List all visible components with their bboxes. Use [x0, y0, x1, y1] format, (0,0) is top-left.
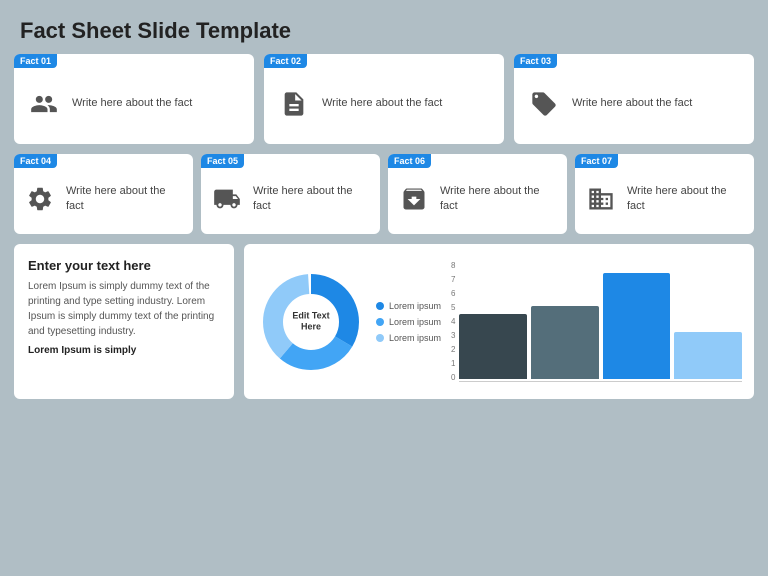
- legend-item-3: Lorem ipsum: [376, 333, 441, 343]
- y-label-6: 6: [451, 290, 455, 298]
- legend-label-3: Lorem ipsum: [389, 333, 441, 343]
- fact-badge-02: Fact 02: [264, 54, 307, 68]
- fact-card-01[interactable]: Fact 01 Write here about the fact: [14, 54, 254, 144]
- chart-legend: Lorem ipsum Lorem ipsum Lorem ipsum: [376, 301, 441, 343]
- y-label-2: 2: [451, 346, 455, 354]
- legend-item-2: Lorem ipsum: [376, 317, 441, 327]
- y-label-8: 8: [451, 262, 455, 270]
- row2-facts: Fact 04 Write here about the fact Fact 0…: [14, 154, 754, 234]
- fact-badge-04: Fact 04: [14, 154, 57, 168]
- fact-badge-03: Fact 03: [514, 54, 557, 68]
- fact-text-02: Write here about the fact: [322, 96, 442, 111]
- fact-card-06[interactable]: Fact 06 Write here about the fact: [388, 154, 567, 234]
- chart-card: Edit TextHere Lorem ipsum Lorem ipsum Lo…: [244, 244, 754, 399]
- settings-icon: [22, 181, 58, 217]
- fact-text-03: Write here about the fact: [572, 96, 692, 111]
- box-icon: [396, 181, 432, 217]
- fact-text-05: Write here about the fact: [253, 184, 372, 215]
- y-label-0: 0: [451, 374, 455, 382]
- fact-badge-01: Fact 01: [14, 54, 57, 68]
- row3-bottom: Enter your text here Lorem Ipsum is simp…: [14, 244, 754, 399]
- y-label-1: 1: [451, 360, 455, 368]
- document-icon: [276, 86, 312, 122]
- text-card-title: Enter your text here: [28, 258, 220, 273]
- fact-badge-06: Fact 06: [388, 154, 431, 168]
- fact-card-05[interactable]: Fact 05 Write here about the fact: [201, 154, 380, 234]
- y-label-3: 3: [451, 332, 455, 340]
- row1-facts: Fact 01 Write here about the fact Fact 0…: [14, 54, 754, 144]
- fact-text-04: Write here about the fact: [66, 184, 185, 215]
- fact-card-04[interactable]: Fact 04 Write here about the fact: [14, 154, 193, 234]
- bar-chart: 0 1 2 3 4 5 6 7 8: [451, 262, 742, 382]
- text-card: Enter your text here Lorem Ipsum is simp…: [14, 244, 234, 399]
- legend-label-2: Lorem ipsum: [389, 317, 441, 327]
- text-card-body: Lorem Ipsum is simply dummy text of the …: [28, 279, 220, 339]
- y-label-5: 5: [451, 304, 455, 312]
- legend-dot-1: [376, 302, 384, 310]
- fact-text-06: Write here about the fact: [440, 184, 559, 215]
- legend-dot-3: [376, 334, 384, 342]
- tag-icon: [526, 86, 562, 122]
- fact-badge-07: Fact 07: [575, 154, 618, 168]
- fact-text-07: Write here about the fact: [627, 184, 746, 215]
- donut-center-label: Edit TextHere: [292, 310, 329, 333]
- fact-badge-05: Fact 05: [201, 154, 244, 168]
- legend-label-1: Lorem ipsum: [389, 301, 441, 311]
- fact-card-07[interactable]: Fact 07 Write here about the fact: [575, 154, 754, 234]
- bar-1: [459, 314, 527, 378]
- people-icon: [26, 86, 62, 122]
- bar-2: [531, 306, 599, 379]
- y-label-7: 7: [451, 276, 455, 284]
- building-icon: [583, 181, 619, 217]
- y-label-4: 4: [451, 318, 455, 326]
- fact-card-03[interactable]: Fact 03 Write here about the fact: [514, 54, 754, 144]
- truck-icon: [209, 181, 245, 217]
- fact-text-01: Write here about the fact: [72, 96, 192, 111]
- text-card-footer: Lorem Ipsum is simply: [28, 345, 220, 356]
- bar-4: [674, 332, 742, 379]
- page-title: Fact Sheet Slide Template: [0, 0, 768, 54]
- donut-chart: Edit TextHere: [256, 267, 366, 377]
- bar-chart-y-axis: 0 1 2 3 4 5 6 7 8: [451, 262, 459, 382]
- legend-dot-2: [376, 318, 384, 326]
- bar-3: [603, 273, 671, 378]
- fact-card-02[interactable]: Fact 02 Write here about the fact: [264, 54, 504, 144]
- legend-item-1: Lorem ipsum: [376, 301, 441, 311]
